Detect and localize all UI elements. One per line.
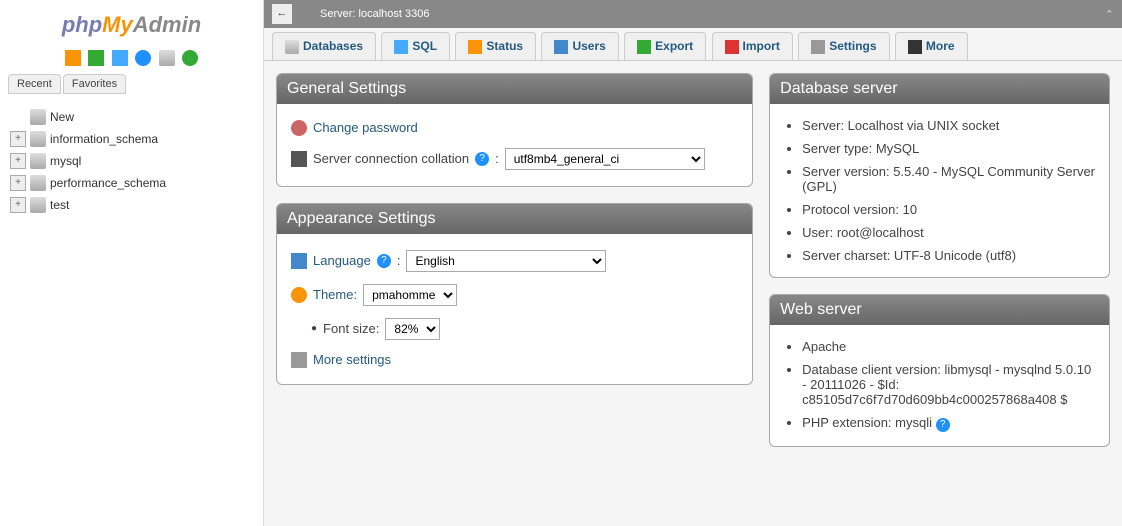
back-button[interactable]: ← bbox=[272, 4, 292, 24]
language-label[interactable]: Language bbox=[313, 253, 371, 268]
tab-export[interactable]: Export bbox=[624, 32, 706, 60]
tab-users[interactable]: Users bbox=[541, 32, 618, 60]
export-icon bbox=[637, 40, 651, 54]
webserver-item: Apache bbox=[802, 335, 1095, 358]
tab-import[interactable]: Import bbox=[712, 32, 793, 60]
panel-web-server: Web server Apache Database client versio… bbox=[769, 294, 1110, 447]
tab-favorites[interactable]: Favorites bbox=[63, 74, 126, 94]
password-icon bbox=[291, 120, 307, 136]
settings-icon bbox=[811, 40, 825, 54]
logo[interactable]: phpMyAdmin bbox=[0, 8, 263, 46]
main: ← Server: localhost 3306 ⌃ Databases SQL… bbox=[264, 0, 1122, 526]
expand-icon[interactable]: + bbox=[10, 175, 26, 191]
panel-title: Database server bbox=[770, 74, 1109, 104]
tab-more[interactable]: More bbox=[895, 32, 968, 60]
panel-database-server: Database server Server: Localhost via UN… bbox=[769, 73, 1110, 278]
language-icon bbox=[291, 253, 307, 269]
bullet-icon: ● bbox=[311, 323, 317, 334]
databases-icon bbox=[285, 40, 299, 54]
database-icon bbox=[30, 131, 46, 147]
tree-db[interactable]: performance_schema bbox=[50, 176, 166, 190]
reload-icon[interactable] bbox=[182, 50, 198, 66]
theme-icon bbox=[291, 287, 307, 303]
change-password-link[interactable]: Change password bbox=[313, 120, 418, 135]
webserver-item: Database client version: libmysql - mysq… bbox=[802, 358, 1095, 411]
fontsize-label: Font size: bbox=[323, 321, 379, 336]
collation-select[interactable]: utf8mb4_general_ci bbox=[505, 148, 705, 170]
fontsize-select[interactable]: 82% bbox=[385, 318, 440, 340]
new-db-icon bbox=[30, 109, 46, 125]
tree-new[interactable]: New bbox=[50, 110, 74, 124]
tab-sql[interactable]: SQL bbox=[381, 32, 450, 60]
panel-appearance-settings: Appearance Settings Language ?: English … bbox=[276, 203, 753, 385]
more-icon bbox=[908, 40, 922, 54]
status-icon bbox=[468, 40, 482, 54]
collation-label: Server connection collation bbox=[313, 151, 469, 166]
content: General Settings Change password Server … bbox=[264, 61, 1122, 526]
home-icon[interactable] bbox=[65, 50, 81, 66]
panel-title: Web server bbox=[770, 295, 1109, 325]
expand-icon[interactable]: + bbox=[10, 131, 26, 147]
logo-admin: Admin bbox=[133, 12, 201, 37]
collapse-icon[interactable]: ⌃ bbox=[1105, 8, 1114, 21]
logo-my: My bbox=[102, 12, 133, 37]
dbserver-item: Server charset: UTF-8 Unicode (utf8) bbox=[802, 244, 1095, 267]
panel-title: General Settings bbox=[277, 74, 752, 104]
docs-icon[interactable] bbox=[135, 50, 151, 66]
sql-icon bbox=[394, 40, 408, 54]
dbserver-item: User: root@localhost bbox=[802, 221, 1095, 244]
tree-db[interactable]: mysql bbox=[50, 154, 81, 168]
database-icon bbox=[30, 153, 46, 169]
panel-general-settings: General Settings Change password Server … bbox=[276, 73, 753, 187]
wrench-icon bbox=[291, 352, 307, 368]
theme-label[interactable]: Theme: bbox=[313, 287, 357, 302]
topbar: ← Server: localhost 3306 ⌃ bbox=[264, 0, 1122, 28]
dbserver-item: Protocol version: 10 bbox=[802, 198, 1095, 221]
tab-status[interactable]: Status bbox=[455, 32, 536, 60]
expand-icon[interactable]: + bbox=[10, 153, 26, 169]
tree-db[interactable]: test bbox=[50, 198, 69, 212]
sidebar-tabs: RecentFavorites bbox=[0, 70, 263, 98]
sidebar: phpMyAdmin RecentFavorites New + informat… bbox=[0, 0, 264, 526]
server-icon bbox=[300, 7, 314, 21]
language-select[interactable]: English bbox=[406, 250, 606, 272]
panel-title: Appearance Settings bbox=[277, 204, 752, 234]
users-icon bbox=[554, 40, 568, 54]
expand-icon[interactable]: + bbox=[10, 197, 26, 213]
query-icon[interactable] bbox=[112, 50, 128, 66]
help-icon[interactable]: ? bbox=[936, 418, 950, 432]
tab-settings[interactable]: Settings bbox=[798, 32, 889, 60]
dbserver-item: Server: Localhost via UNIX socket bbox=[802, 114, 1095, 137]
help-icon[interactable]: ? bbox=[475, 152, 489, 166]
logo-php: php bbox=[62, 12, 102, 37]
tab-databases[interactable]: Databases bbox=[272, 32, 376, 60]
logout-icon[interactable] bbox=[88, 50, 104, 66]
database-icon bbox=[30, 175, 46, 191]
tree-branch-icon bbox=[10, 109, 26, 125]
nav-settings-icon[interactable] bbox=[159, 50, 175, 66]
breadcrumb[interactable]: Server: localhost 3306 bbox=[320, 8, 429, 20]
database-icon bbox=[30, 197, 46, 213]
dbserver-item: Server version: 5.5.40 - MySQL Community… bbox=[802, 160, 1095, 198]
help-icon[interactable]: ? bbox=[377, 254, 391, 268]
tab-recent[interactable]: Recent bbox=[8, 74, 61, 94]
dbserver-item: Server type: MySQL bbox=[802, 137, 1095, 160]
theme-select[interactable]: pmahomme bbox=[363, 284, 457, 306]
tree-db[interactable]: information_schema bbox=[50, 132, 158, 146]
nav-icons bbox=[0, 46, 263, 70]
main-tabbar: Databases SQL Status Users Export Import… bbox=[264, 28, 1122, 61]
import-icon bbox=[725, 40, 739, 54]
webserver-item: PHP extension: mysqli ? bbox=[802, 411, 1095, 436]
more-settings-link[interactable]: More settings bbox=[313, 352, 391, 367]
db-tree: New + information_schema + mysql + performa… bbox=[0, 98, 263, 224]
collation-icon bbox=[291, 151, 307, 167]
